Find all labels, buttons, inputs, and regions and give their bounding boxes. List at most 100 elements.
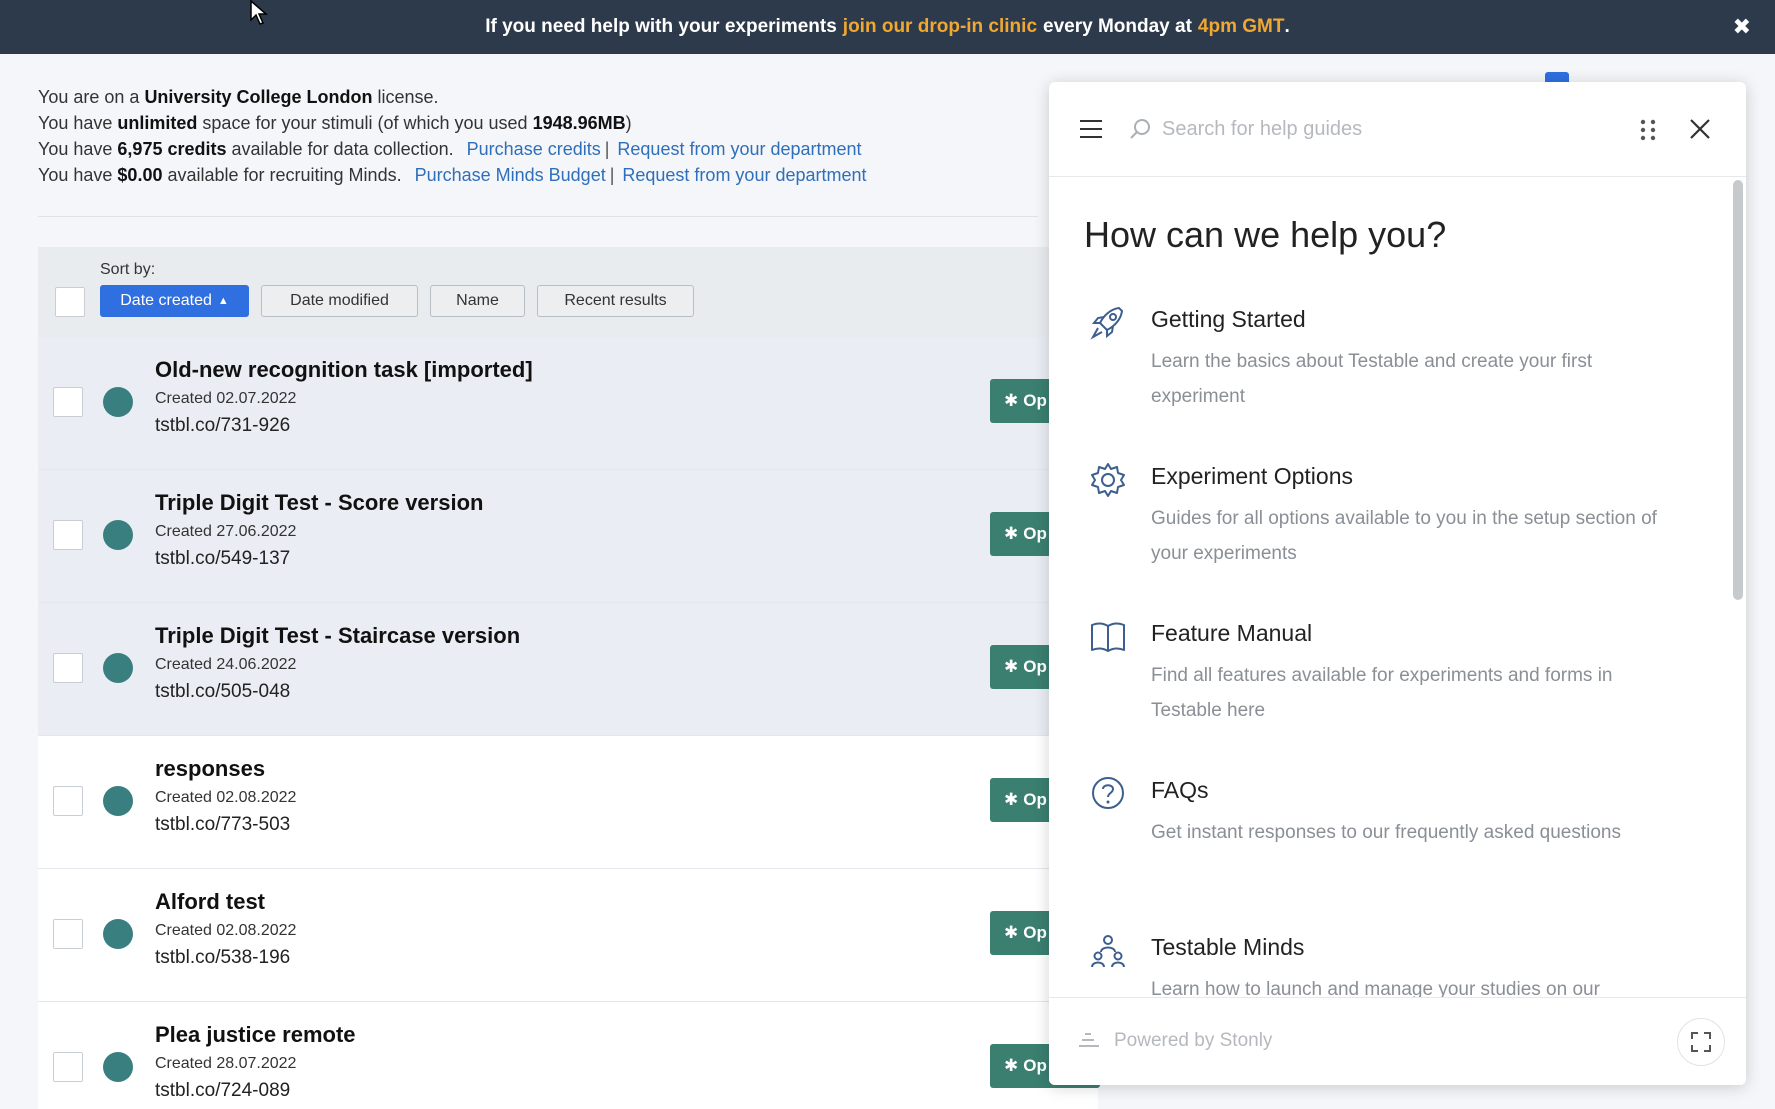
help-item-faqs[interactable]: FAQs Get instant responses to our freque… bbox=[1049, 773, 1709, 913]
experiment-title[interactable]: responses bbox=[155, 756, 265, 782]
banner-text-after: . bbox=[1284, 16, 1290, 37]
search-icon bbox=[1130, 119, 1150, 139]
apps-grid-icon[interactable] bbox=[1639, 119, 1657, 141]
help-item-title: Testable Minds bbox=[1151, 934, 1305, 960]
experiment-link[interactable]: tstbl.co/549-137 bbox=[155, 548, 290, 570]
purchase-minds-budget-link[interactable]: Purchase Minds Budget bbox=[415, 165, 606, 185]
experiment-title[interactable]: Alford test bbox=[155, 889, 265, 915]
row-checkbox[interactable] bbox=[53, 1052, 83, 1082]
banner-close-icon[interactable]: ✖ bbox=[1733, 14, 1751, 40]
question-icon bbox=[1092, 777, 1124, 809]
status-dot bbox=[103, 520, 133, 550]
experiment-title[interactable]: Triple Digit Test - Staircase version bbox=[155, 623, 520, 649]
help-item-desc: Find all features available for experime… bbox=[1151, 665, 1613, 721]
help-item-title: Feature Manual bbox=[1151, 620, 1313, 646]
experiment-title[interactable]: Plea justice remote bbox=[155, 1022, 356, 1048]
help-search-input[interactable] bbox=[1162, 112, 1592, 146]
help-panel: How can we help you? Getting Started Lea… bbox=[1049, 82, 1746, 1085]
created-date: Created 24.06.2022 bbox=[155, 656, 297, 673]
experiment-link[interactable]: tstbl.co/731-926 bbox=[155, 415, 290, 437]
help-item-feature-manual[interactable]: Feature Manual Find all features availab… bbox=[1049, 616, 1709, 756]
sort-date-created-button[interactable]: Date created ▲ bbox=[100, 285, 249, 317]
sort-recent-results-button[interactable]: Recent results bbox=[537, 285, 694, 317]
gear-icon: ✱ bbox=[1004, 657, 1019, 676]
status-dot bbox=[103, 1052, 133, 1082]
help-heading: How can we help you? bbox=[1084, 214, 1447, 255]
experiment-row[interactable]: Triple Digit Test - Score version Create… bbox=[38, 470, 1100, 603]
experiment-row[interactable]: Old-new recognition task [imported] Crea… bbox=[38, 337, 1100, 470]
request-department-link-2[interactable]: Request from your department bbox=[622, 165, 866, 185]
license-info: You are on a University College London l… bbox=[38, 84, 867, 188]
help-footer: Powered by Stonly bbox=[1049, 997, 1746, 1085]
experiment-list: Sort by: Date created ▲ Date modified Nam… bbox=[38, 247, 1100, 1109]
experiment-row[interactable]: Triple Digit Test - Staircase version Cr… bbox=[38, 603, 1100, 736]
banner-text-before: If you need help with your experiments bbox=[485, 16, 837, 37]
help-item-desc: Learn the basics about Testable and crea… bbox=[1151, 351, 1593, 407]
sort-bar: Sort by: Date created ▲ Date modified Nam… bbox=[38, 247, 1098, 337]
experiment-link[interactable]: tstbl.co/773-503 bbox=[155, 814, 290, 836]
created-date: Created 28.07.2022 bbox=[155, 1055, 297, 1072]
gear-icon: ✱ bbox=[1004, 1056, 1019, 1075]
expand-icon bbox=[1691, 1032, 1711, 1052]
storage-line: You have unlimited space for your stimul… bbox=[38, 113, 632, 133]
banner-time: 4pm GMT bbox=[1197, 16, 1285, 37]
row-checkbox[interactable] bbox=[53, 653, 83, 683]
help-item-title: FAQs bbox=[1151, 777, 1209, 803]
status-dot bbox=[103, 919, 133, 949]
help-item-title: Experiment Options bbox=[1151, 463, 1353, 489]
help-item-desc: Guides for all options available to you … bbox=[1151, 508, 1657, 564]
menu-icon[interactable] bbox=[1080, 120, 1102, 138]
row-checkbox[interactable] bbox=[53, 786, 83, 816]
drop-in-clinic-link[interactable]: join our drop-in clinic bbox=[843, 16, 1037, 38]
experiment-title[interactable]: Triple Digit Test - Score version bbox=[155, 490, 483, 516]
experiment-row[interactable]: responses Created 02.08.2022 tstbl.co/77… bbox=[38, 736, 1100, 869]
gear-icon: ✱ bbox=[1004, 524, 1019, 543]
row-checkbox[interactable] bbox=[53, 520, 83, 550]
help-item-title: Getting Started bbox=[1151, 306, 1306, 332]
select-all-checkbox[interactable] bbox=[55, 287, 85, 317]
gear-icon bbox=[1091, 463, 1125, 497]
people-icon bbox=[1091, 935, 1125, 968]
request-department-link[interactable]: Request from your department bbox=[617, 139, 861, 159]
banner-text-middle: every Monday at bbox=[1043, 16, 1192, 37]
fullscreen-button[interactable] bbox=[1677, 1018, 1725, 1066]
experiment-title[interactable]: Old-new recognition task [imported] bbox=[155, 357, 533, 383]
experiment-link[interactable]: tstbl.co/538-196 bbox=[155, 947, 290, 969]
row-checkbox[interactable] bbox=[53, 387, 83, 417]
help-item-experiment-options[interactable]: Experiment Options Guides for all option… bbox=[1049, 459, 1709, 599]
divider bbox=[38, 216, 1038, 217]
row-checkbox[interactable] bbox=[53, 919, 83, 949]
created-date: Created 02.08.2022 bbox=[155, 789, 297, 806]
status-dot bbox=[103, 387, 133, 417]
experiment-link[interactable]: tstbl.co/505-048 bbox=[155, 681, 290, 703]
created-date: Created 02.08.2022 bbox=[155, 922, 297, 939]
book-icon bbox=[1091, 622, 1125, 652]
stonly-logo-icon bbox=[1079, 1033, 1099, 1047]
gear-icon: ✱ bbox=[1004, 391, 1019, 410]
close-icon[interactable] bbox=[1689, 118, 1711, 140]
help-item-getting-started[interactable]: Getting Started Learn the basics about T… bbox=[1049, 302, 1709, 442]
experiment-row[interactable]: Plea justice remote Created 28.07.2022 t… bbox=[38, 1002, 1100, 1109]
purchase-credits-link[interactable]: Purchase credits bbox=[467, 139, 601, 159]
created-date: Created 02.07.2022 bbox=[155, 390, 297, 407]
credits-line: You have 6,975 credits available for dat… bbox=[38, 139, 862, 159]
experiment-link[interactable]: tstbl.co/724-089 bbox=[155, 1080, 290, 1102]
gear-icon: ✱ bbox=[1004, 790, 1019, 809]
status-dot bbox=[103, 786, 133, 816]
status-dot bbox=[103, 653, 133, 683]
minds-budget-line: You have $0.00 available for recruiting … bbox=[38, 165, 867, 185]
help-scrollbar[interactable] bbox=[1733, 180, 1743, 600]
rocket-icon bbox=[1090, 306, 1124, 340]
help-topbar bbox=[1049, 82, 1746, 177]
sort-label: Sort by: bbox=[100, 261, 156, 278]
mouse-cursor-icon bbox=[250, 0, 268, 25]
help-item-desc: Get instant responses to our frequently … bbox=[1151, 822, 1621, 843]
created-date: Created 27.06.2022 bbox=[155, 523, 297, 540]
sort-name-button[interactable]: Name bbox=[430, 285, 525, 317]
experiment-row[interactable]: Alford test Created 02.08.2022 tstbl.co/… bbox=[38, 869, 1100, 1002]
gear-icon: ✱ bbox=[1004, 923, 1019, 942]
caret-up-icon: ▲ bbox=[217, 295, 229, 307]
powered-by-text[interactable]: Powered by Stonly bbox=[1114, 1030, 1272, 1052]
sort-date-modified-button[interactable]: Date modified bbox=[261, 285, 418, 317]
license-line: You are on a University College London l… bbox=[38, 87, 439, 107]
